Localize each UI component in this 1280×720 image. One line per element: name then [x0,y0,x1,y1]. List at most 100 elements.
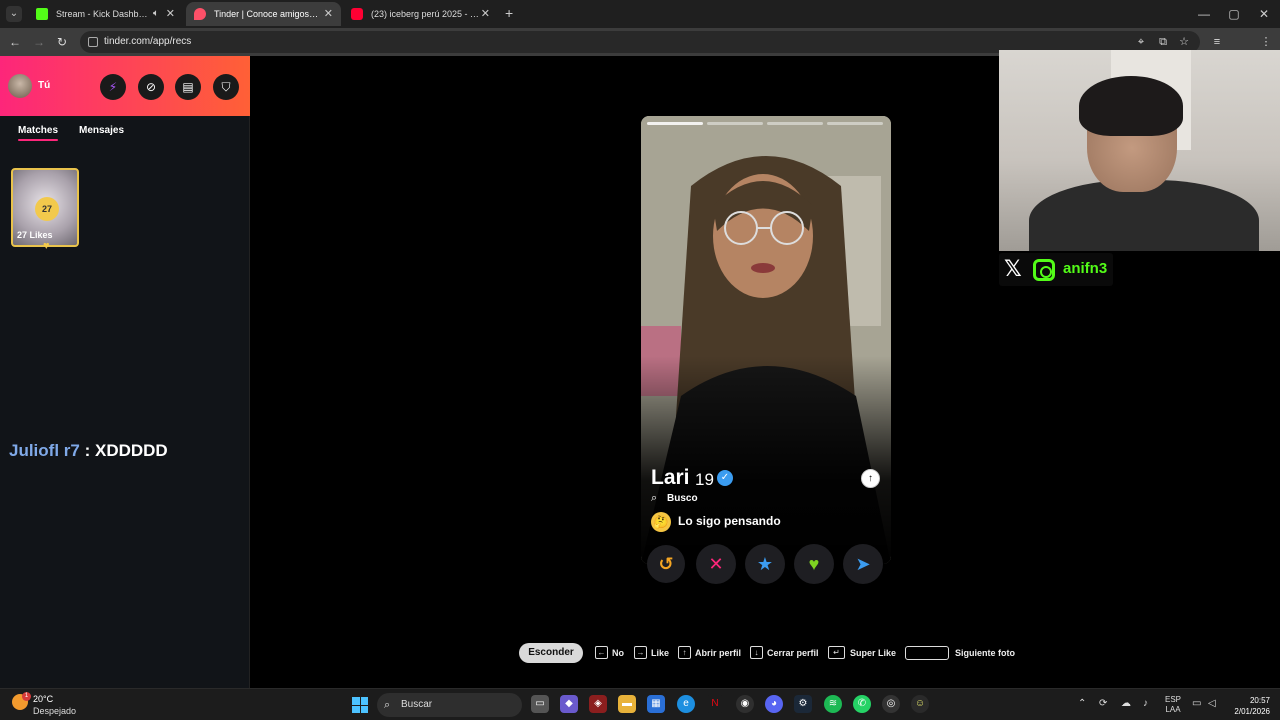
youtube-favicon-icon [351,8,363,20]
reload-button[interactable]: ↻ [54,34,70,50]
profile-card[interactable]: Lari 19 ✓ ↑ ⌕ Busco 🤔 Lo sigo pensando [641,116,891,564]
tray-overflow-icon[interactable]: ⌃ [1078,698,1086,709]
search-icon: ⌕ [384,699,391,711]
forward-button[interactable]: → [31,34,47,50]
profile-name: Lari [651,466,690,489]
tab-tinder[interactable]: Tinder | Conoce amigos y gente ✕ [186,2,341,26]
edge-icon[interactable]: e [677,695,695,713]
social-handle-overlay: 𝕏 anifn3 [999,253,1113,286]
tab-matches[interactable]: Matches [18,125,59,141]
hint-next-photo: Siguiente foto [955,648,1015,658]
weather-temperature[interactable]: 20°C [33,694,53,704]
boost-icon[interactable]: ⚡ [100,74,126,100]
close-tab-icon[interactable]: ✕ [166,2,175,26]
instagram-icon [1033,259,1055,281]
open-profile-arrow-icon[interactable]: ↑ [861,469,880,488]
briefcase-icon[interactable]: ▤ [175,74,201,100]
star-icon: ★ [756,554,774,574]
weather-alert-badge: 1 [22,692,31,701]
tinder-favicon-icon [194,8,206,20]
arrow-up-key-icon: ↑ [678,646,691,659]
photo-progress-segment [827,122,883,125]
copilot-icon[interactable]: ◆ [560,695,578,713]
boost-send-button[interactable]: ➤ [843,544,883,584]
taskbar-search[interactable]: ⌕ Buscar [377,693,522,717]
like-button[interactable]: ♥ [794,544,834,584]
task-view-icon[interactable]: ▭ [531,695,549,713]
likes-count-badge: 27 [35,197,59,221]
rewind-button[interactable]: ↺ [647,545,685,583]
microsoft-store-icon[interactable]: ▦ [647,695,665,713]
heart-icon: ♥ [808,554,820,574]
space-key-icon [905,646,949,660]
nope-button[interactable]: ✕ [696,544,736,584]
app-smiley-icon[interactable]: ☺ [911,695,929,713]
safety-shield-icon[interactable]: ⛉ [213,74,239,100]
likes-you-card[interactable]: 27 27 Likes ♥ [11,168,79,252]
looking-for-label: Busco [667,493,698,504]
back-button[interactable]: ← [7,34,23,50]
close-window-button[interactable]: ✕ [1248,0,1280,28]
netflix-icon[interactable]: N [706,695,724,713]
obs-icon[interactable]: ◎ [882,695,900,713]
tab-title: Tinder | Conoce amigos y gente [214,9,319,19]
my-profile-label[interactable]: Tú [38,80,50,91]
system-clock[interactable]: 20:57 2/01/2026 [1228,695,1270,717]
file-explorer-icon[interactable]: ▬ [618,695,636,713]
tab-youtube[interactable]: (23) iceberg perú 2025 - YouTube ✕ [343,2,498,26]
restore-button[interactable]: ▢ [1218,0,1250,28]
chrome-icon[interactable]: ◉ [736,695,754,713]
bookmark-star-icon[interactable]: ☆ [1176,34,1192,50]
tab-search-button[interactable]: ⌄ [6,6,22,22]
tab-messages[interactable]: Mensajes [79,125,124,136]
clock-time: 20:57 [1249,696,1270,705]
my-profile-avatar[interactable] [8,74,32,98]
screen: ⌄ Stream - Kick Dashboard 🔈︎ ✕ Tinder | … [0,0,1280,720]
spotify-icon[interactable]: ≋ [824,695,842,713]
explore-compass-icon[interactable]: ⊘ [138,74,164,100]
chat-text: : XDDDDD [84,441,168,460]
send-arrow-icon: ➤ [855,554,871,574]
x-logo-icon: 𝕏 [1004,257,1022,282]
photo-progress-segment [767,122,823,125]
discord-icon[interactable]: ◕ [765,695,783,713]
new-tab-button[interactable]: + [505,5,519,21]
sync-icon[interactable]: ⟳ [1099,698,1107,709]
menu-kebab-icon[interactable]: ⋮ [1258,34,1274,50]
input-language[interactable]: ESP LAA [1165,695,1181,715]
kick-favicon-icon [36,8,48,20]
tab-kick-dashboard[interactable]: Stream - Kick Dashboard 🔈︎ ✕ [28,2,183,26]
verified-badge-icon: ✓ [717,470,733,486]
start-windows-icon[interactable] [352,697,368,713]
onedrive-icon[interactable]: ☁ [1121,698,1131,709]
gold-heart-icon: ♥ [43,240,50,252]
microphone-icon[interactable]: ♪ [1143,698,1148,709]
browser-tab-bar: ⌄ Stream - Kick Dashboard 🔈︎ ✕ Tinder | … [0,0,1280,28]
thinking-emoji-icon: 🤔 [651,512,671,532]
hint-super-like: Super Like [850,648,897,658]
rewind-icon: ↺ [658,554,674,574]
install-app-icon[interactable]: ⧉ [1155,34,1171,50]
minimize-button[interactable]: — [1188,0,1220,28]
relationship-goal: Lo sigo pensando [678,514,781,528]
close-tab-icon[interactable]: ✕ [324,2,333,26]
reading-list-icon[interactable]: ≡ [1209,34,1225,50]
super-like-button[interactable]: ★ [745,544,785,584]
app-shield-icon[interactable]: ◈ [589,695,607,713]
speaker-icon[interactable]: 🔈︎ [153,2,159,26]
close-tab-icon[interactable]: ✕ [481,2,490,26]
hide-hints-button[interactable]: Esconder [519,643,583,663]
whatsapp-icon[interactable]: ✆ [853,695,871,713]
location-icon[interactable]: ⌖ [1133,34,1149,50]
close-x-icon: ✕ [708,554,724,574]
volume-icon[interactable]: ◁ [1208,698,1216,709]
profile-age: 19 [695,470,714,489]
site-info-icon[interactable] [88,37,98,47]
tab-title: (23) iceberg perú 2025 - YouTube [371,9,481,19]
photo-progress-segment [647,122,703,125]
streamer-headphones [1079,76,1183,136]
steam-icon[interactable]: ⚙ [794,695,812,713]
network-icon[interactable]: ▭ [1192,698,1201,709]
weather-condition[interactable]: Despejado [33,706,76,716]
hint-like: Like [651,648,670,658]
